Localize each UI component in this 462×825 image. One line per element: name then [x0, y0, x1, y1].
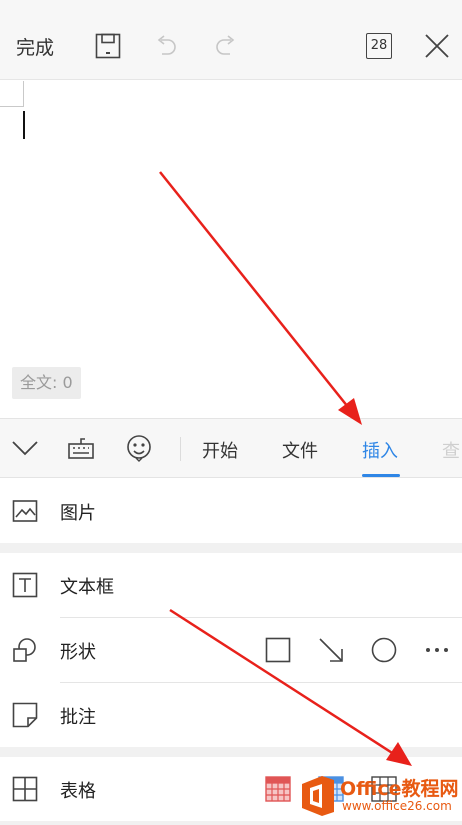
insert-picture-row[interactable]: 图片	[0, 479, 462, 543]
tab-start[interactable]: 开始	[202, 437, 238, 463]
table-icon	[12, 776, 38, 802]
page-count-value: 28	[366, 33, 392, 59]
page-count-icon[interactable]: 28	[362, 28, 396, 64]
word-count-badge: 全文: 0	[12, 367, 81, 399]
shapes-icon	[13, 638, 36, 662]
section-gap	[0, 747, 462, 757]
done-button[interactable]: 完成	[16, 28, 54, 64]
office-logo-icon	[302, 776, 334, 816]
emoji-icon[interactable]	[122, 431, 156, 465]
arrow-shape-icon[interactable]	[318, 637, 344, 663]
save-icon[interactable]	[92, 28, 124, 64]
watermark-url: www.office26.com	[342, 799, 452, 813]
chevron-down-icon[interactable]	[8, 431, 42, 465]
close-icon[interactable]	[420, 28, 454, 64]
picture-label: 图片	[60, 503, 96, 524]
picture-icon	[12, 500, 38, 522]
tab-insert[interactable]: 插入	[362, 437, 398, 463]
textbox-icon	[12, 572, 38, 598]
comment-label: 批注	[60, 707, 96, 728]
redo-icon[interactable]	[210, 28, 242, 64]
square-shape-icon[interactable]	[265, 637, 291, 663]
keyboard-icon[interactable]	[64, 431, 98, 465]
tab-file[interactable]: 文件	[282, 437, 318, 463]
section-gap	[0, 543, 462, 553]
undo-icon[interactable]	[150, 28, 182, 64]
textbox-label: 文本框	[60, 577, 114, 598]
document-canvas[interactable]: 全文: 0	[0, 81, 462, 418]
comment-icon	[12, 702, 38, 728]
text-cursor	[23, 111, 25, 139]
watermark-title: Office教程网	[340, 778, 459, 800]
table-label: 表格	[60, 781, 96, 802]
shapes-label: 形状	[60, 642, 96, 663]
site-watermark: Office教程网 www.office26.com	[298, 772, 462, 822]
insert-textbox-row[interactable]: 文本框	[0, 553, 462, 617]
active-tab-indicator	[362, 474, 400, 477]
top-toolbar: 完成 28	[0, 0, 462, 80]
table-red-icon[interactable]	[265, 776, 291, 802]
more-icon[interactable]	[424, 637, 450, 663]
bottom-tab-bar: 开始 文件 插入 查	[0, 418, 462, 478]
insert-comment-row[interactable]: 批注	[0, 683, 462, 747]
page-corner-marker	[0, 81, 24, 107]
circle-shape-icon[interactable]	[371, 637, 397, 663]
tab-separator	[180, 437, 181, 461]
tab-review[interactable]: 查	[442, 437, 460, 463]
insert-shapes-row[interactable]: 形状	[0, 618, 462, 682]
